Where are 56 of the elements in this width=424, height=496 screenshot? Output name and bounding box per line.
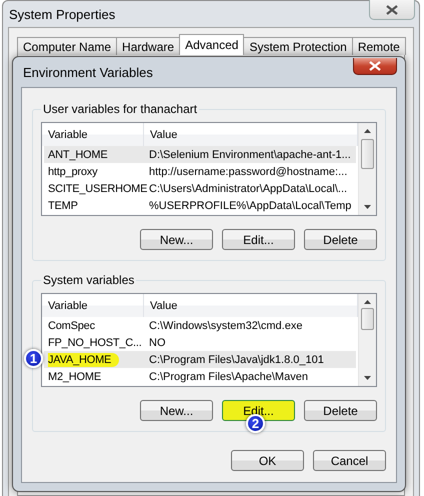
window-title: System Properties xyxy=(9,6,116,22)
variable-name: TEMP xyxy=(48,198,78,212)
dialog-button[interactable]: New... xyxy=(140,229,213,250)
close-icon xyxy=(369,60,381,70)
dialog-button[interactable]: Edit... xyxy=(222,229,295,250)
variable-name: SCITE_USERHOME xyxy=(48,182,148,196)
scrollbar-thumb[interactable] xyxy=(361,139,374,169)
tab[interactable]: Advanced xyxy=(179,34,244,55)
variable-value: NO xyxy=(148,336,166,348)
column-header[interactable]: Value xyxy=(144,123,358,146)
variable-name: FP_NO_HOST_C... xyxy=(48,336,142,350)
variable-value: D:\Selenium Environment\apache-ant-1... xyxy=(148,148,351,160)
scroll-up-icon[interactable] xyxy=(364,129,371,133)
variable-name: JAVA_HOME xyxy=(48,352,120,366)
close-button[interactable] xyxy=(353,58,397,74)
close-icon xyxy=(386,4,398,14)
variable-row[interactable]: TEMP %USERPROFILE%\AppData\Local\Temp xyxy=(44,197,356,214)
step-badge: 1 xyxy=(24,349,43,368)
scroll-down-icon[interactable] xyxy=(364,205,371,209)
column-header[interactable]: Variable xyxy=(42,294,144,317)
variable-value: %USERPROFILE%\AppData\Local\Temp xyxy=(148,200,352,212)
dialog-title: Environment Variables xyxy=(23,64,153,80)
variable-name: http_proxy xyxy=(48,164,98,178)
variable-value: http://username:password@hostname:... xyxy=(148,166,348,178)
dialog-button[interactable]: Delete xyxy=(304,229,377,250)
variable-value: C:\Program Files\Apache\Maven xyxy=(148,370,308,382)
scroll-up-icon[interactable] xyxy=(364,300,371,304)
scroll-down-icon[interactable] xyxy=(364,376,371,380)
close-button[interactable] xyxy=(369,0,415,20)
group-title: User variables for thanachart xyxy=(42,102,198,116)
variable-name: M2_HOME xyxy=(48,370,101,384)
tab[interactable]: System Protection xyxy=(243,37,353,55)
dialog-button[interactable]: Delete xyxy=(304,400,377,421)
variable-row[interactable]: http_proxy http://username:password@hostname:... xyxy=(44,163,356,180)
variable-name: ComSpec xyxy=(48,318,95,332)
variable-row[interactable]: JAVA_HOME C:\Program Files\Java\jdk1.8.0_101 xyxy=(44,351,356,368)
column-header[interactable]: Variable xyxy=(42,123,144,146)
dialog-button[interactable]: OK xyxy=(231,450,304,471)
step-badge: 2 xyxy=(246,414,265,433)
variable-value: C:\Windows\system32\cmd.exe xyxy=(148,320,302,332)
variable-value: C:\Users\Administrator\AppData\Local\... xyxy=(148,182,348,194)
dialog-button[interactable]: Cancel xyxy=(313,450,386,471)
dialog-button[interactable]: New... xyxy=(140,400,213,421)
tab[interactable]: Remote xyxy=(352,37,406,55)
variable-row[interactable]: ComSpec C:\Windows\system32\cmd.exe xyxy=(44,317,356,334)
column-header[interactable]: Value xyxy=(144,294,358,317)
variable-row[interactable]: SCITE_USERHOME C:\Users\Administrator\AppData\Local\... xyxy=(44,180,356,197)
variable-value: C:\Program Files\Java\jdk1.8.0_101 xyxy=(148,354,324,366)
variable-row[interactable]: M2_HOME C:\Program Files\Apache\Maven xyxy=(44,368,356,385)
variable-name: ANT_HOME xyxy=(48,148,108,162)
scrollbar-thumb[interactable] xyxy=(361,308,374,330)
variable-row[interactable]: FP_NO_HOST_C... NO xyxy=(44,334,356,351)
tab[interactable]: Hardware xyxy=(116,37,180,55)
variable-row[interactable]: ANT_HOME D:\Selenium Environment\apache-ant-1... xyxy=(44,146,356,163)
tab[interactable]: Computer Name xyxy=(17,37,118,55)
group-title: System variables xyxy=(42,273,136,287)
